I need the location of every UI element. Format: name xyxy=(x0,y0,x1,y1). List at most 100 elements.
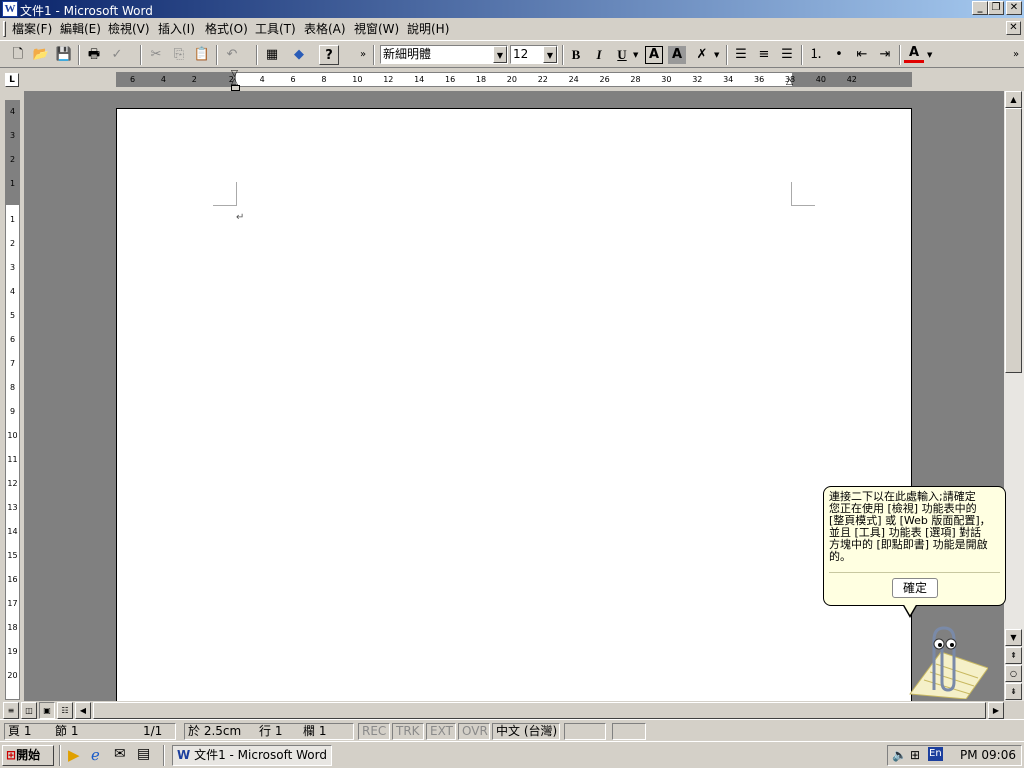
cut-icon[interactable]: ✂ xyxy=(146,45,166,65)
menu-help[interactable]: 說明(H) xyxy=(407,21,449,37)
ruler-number: 18 xyxy=(475,75,487,84)
office-assistant-clippy[interactable] xyxy=(896,624,989,700)
previous-page-button[interactable]: ⇞ xyxy=(1005,647,1022,664)
media-player-icon[interactable]: ▶ xyxy=(68,746,80,764)
print-layout-button[interactable]: ▣ xyxy=(39,702,55,719)
ruler-number: 24 xyxy=(568,75,579,84)
next-page-button[interactable]: ⇟ xyxy=(1005,683,1022,700)
menu-grip[interactable] xyxy=(3,21,6,37)
outline-view-button[interactable]: ☷ xyxy=(57,702,73,719)
web-layout-button[interactable]: ◫ xyxy=(21,702,37,719)
decrease-indent-icon[interactable]: ⇤ xyxy=(852,45,872,65)
bullets-icon[interactable]: • xyxy=(829,45,849,65)
menu-file[interactable]: 檔案(F) xyxy=(12,21,52,37)
ruler-number: 3 xyxy=(9,131,16,140)
status-language[interactable]: 中文 (台灣) xyxy=(492,723,560,740)
menu-insert[interactable]: 插入(I) xyxy=(158,21,195,37)
character-shading-button[interactable]: A xyxy=(668,46,686,64)
chevron-down-icon[interactable]: ▼ xyxy=(543,46,557,63)
taskbar-word-button[interactable]: W 文件1 - Microsoft Word xyxy=(172,745,332,766)
save-icon[interactable]: 💾 xyxy=(54,45,74,65)
menu-view[interactable]: 檢視(V) xyxy=(108,21,150,37)
ruler-number: 40 xyxy=(815,75,826,84)
status-trk[interactable]: TRK xyxy=(392,723,424,740)
status-rec[interactable]: REC xyxy=(358,723,390,740)
underline-button[interactable]: U xyxy=(612,45,632,65)
volume-icon[interactable]: 🔈 xyxy=(892,746,907,765)
toolbar-more-icon[interactable]: » xyxy=(356,45,370,65)
vertical-scrollbar[interactable]: ▲ ▼ ⇞ ○ ⇟ xyxy=(1004,91,1024,701)
drawing-icon[interactable]: ◆ xyxy=(289,45,309,65)
outlook-express-icon[interactable]: ✉ xyxy=(114,746,126,762)
menu-bar: 檔案(F) 編輯(E) 檢視(V) 插入(I) 格式(O) 工具(T) 表格(A… xyxy=(0,18,1024,40)
right-indent-marker[interactable]: △ xyxy=(786,78,793,87)
spelling-icon[interactable]: ✓ xyxy=(107,45,127,65)
ruler-number: 32 xyxy=(692,75,703,84)
vertical-ruler[interactable]: 4 3 2 1 1 2 3 4 5 6 7 8 9 10 11 12 13 14 15 16 17 18 19 20 xyxy=(5,100,20,700)
new-document-icon[interactable]: 🗋 xyxy=(8,45,28,65)
horizontal-scroll-thumb[interactable] xyxy=(93,702,986,719)
menu-window[interactable]: 視窗(W) xyxy=(354,21,399,37)
chevron-down-icon[interactable]: ▼ xyxy=(714,51,719,59)
help-icon[interactable]: ? xyxy=(319,45,339,65)
scroll-thumb[interactable] xyxy=(1005,108,1022,373)
status-ext[interactable]: EXT xyxy=(426,723,456,740)
tab-selector-button[interactable]: L xyxy=(5,73,19,87)
ime-indicator[interactable]: En xyxy=(928,747,943,761)
ok-button[interactable]: 確定 xyxy=(892,578,938,598)
scroll-right-button[interactable]: ▶ xyxy=(988,702,1004,719)
clock[interactable]: PM 09:06 xyxy=(960,746,1016,765)
menu-edit[interactable]: 編輯(E) xyxy=(60,21,101,37)
word-app-icon[interactable]: W xyxy=(2,1,18,17)
ruler-number: 36 xyxy=(754,75,765,84)
ruler-number: 6 xyxy=(9,335,16,344)
internet-explorer-icon[interactable]: ℯ xyxy=(91,746,100,764)
font-name-select[interactable]: 新細明體 ▼ xyxy=(380,45,508,64)
page[interactable]: ↵ xyxy=(116,108,912,701)
increase-indent-icon[interactable]: ⇥ xyxy=(875,45,895,65)
open-folder-icon[interactable]: 📂 xyxy=(31,45,51,65)
copy-icon[interactable]: ⎘ xyxy=(169,45,189,65)
status-at: 於 2.5cm xyxy=(188,724,242,738)
ruler-number: 1 xyxy=(9,179,16,188)
scroll-down-button[interactable]: ▼ xyxy=(1005,629,1022,646)
chevron-down-icon[interactable]: ▼ xyxy=(633,51,638,59)
start-label: 開始 xyxy=(16,748,41,762)
paste-icon[interactable]: 📋 xyxy=(192,45,212,65)
start-button[interactable]: ⊞開始 xyxy=(2,745,54,766)
phonetic-guide-icon[interactable]: ✗ xyxy=(692,45,712,65)
menu-tools[interactable]: 工具(T) xyxy=(255,21,296,37)
minimize-button[interactable]: _ xyxy=(972,1,988,15)
chevron-down-icon[interactable]: ▼ xyxy=(493,46,507,63)
toolbar-more-icon[interactable]: » xyxy=(1010,45,1022,65)
status-ovr[interactable]: OVR xyxy=(458,723,490,740)
taskbar-separator xyxy=(163,745,165,766)
document-close-button[interactable]: ✕ xyxy=(1006,21,1021,35)
bold-button[interactable]: B xyxy=(566,45,586,65)
network-icon[interactable]: ⊞ xyxy=(910,746,920,765)
align-center-icon[interactable]: ≡ xyxy=(754,45,774,65)
document-area[interactable]: ↵ xyxy=(24,91,1004,701)
menu-table[interactable]: 表格(A) xyxy=(304,21,346,37)
restore-button[interactable]: ❐ xyxy=(988,1,1004,15)
italic-button[interactable]: I xyxy=(589,45,609,65)
title-bar[interactable]: W 文件1 - Microsoft Word _ ❐ ✕ xyxy=(0,0,1024,18)
chevron-down-icon[interactable]: ▼ xyxy=(927,51,932,59)
character-border-button[interactable]: A xyxy=(645,46,663,64)
align-left-icon[interactable]: ☰ xyxy=(731,45,751,65)
menu-format[interactable]: 格式(O) xyxy=(205,21,248,37)
close-button[interactable]: ✕ xyxy=(1006,1,1022,15)
show-desktop-icon[interactable]: ▤ xyxy=(137,746,150,762)
normal-view-button[interactable]: ≡ xyxy=(3,702,19,719)
align-right-icon[interactable]: ☰ xyxy=(777,45,797,65)
scroll-left-button[interactable]: ◀ xyxy=(75,702,91,719)
font-size-select[interactable]: 12 ▼ xyxy=(510,45,558,64)
insert-table-icon[interactable]: ▦ xyxy=(262,45,282,65)
numbering-icon[interactable]: ⒈ xyxy=(806,45,826,65)
print-icon[interactable]: 🖶 xyxy=(84,45,104,65)
browse-object-button[interactable]: ○ xyxy=(1005,665,1022,682)
ruler-number: 22 xyxy=(537,75,548,84)
font-color-button[interactable]: A xyxy=(904,45,924,63)
scroll-up-button[interactable]: ▲ xyxy=(1005,91,1022,108)
undo-icon[interactable]: ↶ xyxy=(222,45,242,65)
